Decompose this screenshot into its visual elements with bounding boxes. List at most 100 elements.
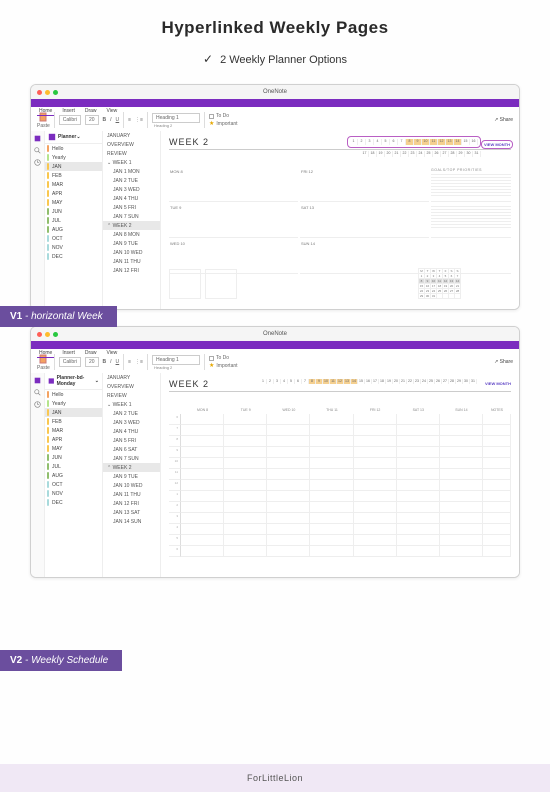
numbering-icon[interactable]: ⋮≡: [135, 117, 143, 123]
schedule-cell[interactable]: [354, 546, 397, 557]
schedule-cell[interactable]: [354, 491, 397, 502]
share-button[interactable]: ↗ Share: [494, 359, 513, 365]
day-link[interactable]: 5: [382, 139, 390, 145]
schedule-cell[interactable]: [310, 524, 353, 535]
schedule-cell[interactable]: [440, 513, 483, 524]
recent-icon[interactable]: [34, 159, 41, 166]
schedule-cell[interactable]: [440, 535, 483, 546]
schedule-cell[interactable]: [181, 502, 224, 513]
tag-important[interactable]: ★Important: [209, 362, 238, 369]
heading1-style[interactable]: Heading 1: [152, 355, 200, 365]
schedule-cell[interactable]: [354, 458, 397, 469]
day-link[interactable]: 25: [428, 379, 435, 384]
schedule-cell[interactable]: [310, 535, 353, 546]
schedule-cell[interactable]: [181, 436, 224, 447]
schedule-cell[interactable]: [224, 513, 267, 524]
schedule-cell[interactable]: [483, 524, 511, 535]
notebook-header[interactable]: Planner ⌄: [45, 131, 102, 144]
page-item[interactable]: JAN 12 FRI: [103, 499, 160, 508]
schedule-cell[interactable]: [397, 513, 440, 524]
numbering-icon[interactable]: ⋮≡: [135, 359, 143, 365]
page-item[interactable]: JAN 5 FRI: [103, 436, 160, 445]
schedule-cell[interactable]: [224, 524, 267, 535]
view-month-link[interactable]: VIEW MONTH: [481, 140, 513, 149]
section-item[interactable]: MAR: [45, 426, 102, 435]
section-item[interactable]: JAN: [45, 162, 102, 171]
schedule-cell[interactable]: [267, 502, 310, 513]
day-link[interactable]: 6: [295, 379, 302, 384]
day-link[interactable]: 9: [414, 139, 422, 145]
day-link[interactable]: 22: [401, 151, 409, 157]
section-item[interactable]: Yearly: [45, 153, 102, 162]
schedule-cell[interactable]: [267, 469, 310, 480]
schedule-cell[interactable]: [224, 458, 267, 469]
section-item[interactable]: JUN: [45, 453, 102, 462]
italic-icon[interactable]: I: [110, 117, 111, 123]
view-month-link[interactable]: VIEW MONTH: [483, 380, 513, 387]
day-link[interactable]: 28: [449, 151, 457, 157]
schedule-cell[interactable]: [397, 491, 440, 502]
day-cell[interactable]: TUE 9: [169, 204, 298, 238]
schedule-cell[interactable]: [354, 469, 397, 480]
day-link[interactable]: 6: [390, 139, 398, 145]
schedule-cell[interactable]: [224, 491, 267, 502]
day-navigator[interactable]: 1234567891011121314151617181920212223242…: [260, 379, 477, 384]
tab-draw[interactable]: Draw: [83, 107, 99, 116]
page-item[interactable]: JAN 5 FRI: [103, 203, 160, 212]
schedule-cell[interactable]: [354, 535, 397, 546]
schedule-cell[interactable]: [267, 480, 310, 491]
day-link[interactable]: 25: [425, 151, 433, 157]
mini-calendar[interactable]: MTWTFSS 1234567 891011121314 15161718192…: [418, 268, 461, 299]
day-cell[interactable]: SUN 14: [300, 240, 429, 274]
schedule-cell[interactable]: [440, 436, 483, 447]
schedule-cell[interactable]: [181, 480, 224, 491]
page-item[interactable]: JAN 4 THU: [103, 427, 160, 436]
day-link[interactable]: 16: [365, 379, 372, 384]
schedule-cell[interactable]: [310, 480, 353, 491]
tab-home[interactable]: Home: [37, 107, 54, 116]
heading1-style[interactable]: Heading 1: [152, 113, 200, 123]
schedule-cell[interactable]: [397, 480, 440, 491]
schedule-cell[interactable]: [397, 436, 440, 447]
schedule-cell[interactable]: [267, 535, 310, 546]
day-link[interactable]: 30: [463, 379, 470, 384]
schedule-cell[interactable]: [267, 414, 310, 425]
schedule-cell[interactable]: [267, 425, 310, 436]
day-cell[interactable]: SAT 13: [300, 204, 429, 238]
page-item[interactable]: JAN 13 SAT: [103, 508, 160, 517]
day-navigator-row2[interactable]: 171819202122232425262728293031: [361, 151, 481, 157]
page-item[interactable]: JAN 14 SUN: [103, 517, 160, 526]
schedule-cell[interactable]: [354, 436, 397, 447]
tag-todo[interactable]: To Do: [209, 355, 238, 361]
font-select[interactable]: Calibri: [59, 115, 81, 125]
page-item[interactable]: JANUARY: [103, 373, 160, 382]
tab-view[interactable]: View: [105, 349, 120, 358]
day-link[interactable]: 18: [379, 379, 386, 384]
schedule-cell[interactable]: [483, 480, 511, 491]
day-link[interactable]: 15: [462, 139, 470, 145]
day-link[interactable]: 13: [446, 139, 454, 145]
day-link[interactable]: 21: [393, 151, 401, 157]
schedule-cell[interactable]: [181, 491, 224, 502]
day-link[interactable]: 24: [417, 151, 425, 157]
schedule-cell[interactable]: [354, 524, 397, 535]
schedule-cell[interactable]: [310, 469, 353, 480]
bullets-icon[interactable]: ≡: [128, 359, 131, 365]
day-link[interactable]: 23: [414, 379, 421, 384]
day-link[interactable]: 15: [358, 379, 365, 384]
tab-view[interactable]: View: [105, 107, 120, 116]
recent-icon[interactable]: [34, 401, 41, 408]
bold-icon[interactable]: B: [103, 117, 107, 123]
schedule-cell[interactable]: [181, 425, 224, 436]
section-item[interactable]: DEC: [45, 498, 102, 507]
section-item[interactable]: JUL: [45, 462, 102, 471]
search-icon[interactable]: [34, 147, 41, 154]
day-cell[interactable]: MON 8: [169, 168, 298, 202]
underline-icon[interactable]: U: [116, 359, 120, 365]
section-item[interactable]: MAY: [45, 198, 102, 207]
schedule-cell[interactable]: [397, 502, 440, 513]
day-link[interactable]: 20: [385, 151, 393, 157]
font-select[interactable]: Calibri: [59, 357, 81, 367]
schedule-cell[interactable]: [267, 491, 310, 502]
schedule-cell[interactable]: [440, 447, 483, 458]
